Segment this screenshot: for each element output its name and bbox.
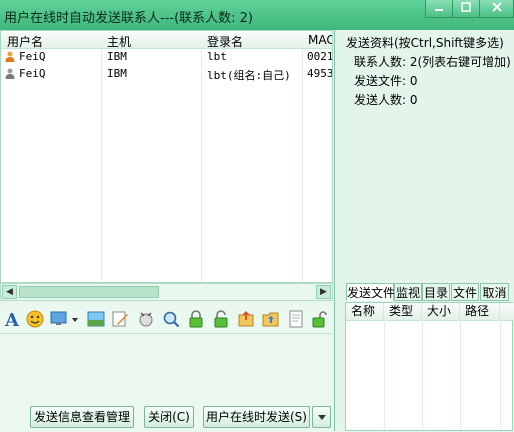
message-manage-button[interactable]: 发送信息查看管理 xyxy=(30,406,134,428)
scroll-left-arrow-icon[interactable]: ◀ xyxy=(2,285,17,299)
window-title: 用户在线时自动发送联系人---(联系人数: 2) xyxy=(4,11,253,26)
minimize-button[interactable] xyxy=(425,0,453,18)
cell-login: lbt(组名:自己) xyxy=(207,69,291,82)
document-icon[interactable] xyxy=(286,309,306,329)
col-name[interactable]: 名称 xyxy=(346,303,384,320)
cell-host: IBM xyxy=(107,50,127,63)
table-row[interactable]: FeiQ IBM lbt(组名:自己) 4953' xyxy=(1,66,333,82)
title-bar: 用户在线时自动发送联系人---(联系人数: 2) xyxy=(0,0,514,30)
lock-icon[interactable] xyxy=(186,309,206,329)
col-type[interactable]: 类型 xyxy=(384,303,422,320)
padlock-open-icon[interactable] xyxy=(310,309,330,329)
horizontal-scrollbar[interactable]: ◀ ▶ xyxy=(0,283,333,301)
user-online-icon xyxy=(5,51,15,62)
tab-directory[interactable]: 目录 xyxy=(422,283,450,301)
col-host[interactable]: 主机 xyxy=(107,33,131,50)
contacts-count: 联系人数: 2(列表右键可增加) xyxy=(354,55,511,69)
font-icon[interactable]: A xyxy=(2,309,22,329)
cell-username: FeiQ xyxy=(19,50,46,63)
minimize-icon xyxy=(435,9,443,11)
send-people-count: 发送人数: 0 xyxy=(354,93,418,107)
send-file-icon[interactable] xyxy=(236,309,256,329)
tab-cancel[interactable]: 取消 xyxy=(480,283,509,301)
send-info-heading: 发送资料(按Ctrl,Shift键多选) xyxy=(346,36,504,50)
search-zoom-icon[interactable] xyxy=(161,309,181,329)
table-row[interactable]: FeiQ IBM lbt 0021( xyxy=(1,49,333,65)
col-username[interactable]: 用户名 xyxy=(7,33,43,50)
left-pane: 用户名 主机 登录名 MAC FeiQ IBM lbt 0021( FeiQ I… xyxy=(0,30,333,432)
cell-mac: 0021( xyxy=(307,50,333,63)
file-list-header: 名称 类型 大小 路径 xyxy=(346,303,514,321)
pen-edit-icon[interactable] xyxy=(110,309,130,329)
file-list[interactable]: 名称 类型 大小 路径 xyxy=(345,302,514,431)
maximize-icon xyxy=(461,2,471,12)
contacts-table-header: 用户名 主机 登录名 MAC xyxy=(1,31,332,50)
cell-login: lbt xyxy=(207,50,227,63)
close-button[interactable]: 关闭(C) xyxy=(144,406,194,428)
col-mac[interactable]: MAC xyxy=(308,33,332,47)
unlock-icon[interactable] xyxy=(211,309,231,329)
tab-monitor[interactable]: 监视 xyxy=(394,283,422,301)
shake-icon[interactable] xyxy=(136,309,156,329)
maximize-button[interactable] xyxy=(452,0,480,18)
close-window-button[interactable] xyxy=(479,0,514,18)
col-path[interactable]: 路径 xyxy=(460,303,500,320)
scroll-right-arrow-icon[interactable]: ▶ xyxy=(316,285,331,299)
right-pane: 发送资料(按Ctrl,Shift键多选) 联系人数: 2(列表右键可增加) 发送… xyxy=(334,30,514,431)
cell-username: FeiQ xyxy=(19,67,46,80)
send-file-count: 发送文件: 0 xyxy=(354,74,418,88)
svg-text:A: A xyxy=(4,310,20,328)
close-icon xyxy=(491,2,502,12)
contacts-table[interactable]: 用户名 主机 登录名 MAC FeiQ IBM lbt 0021( FeiQ I… xyxy=(0,30,333,283)
smiley-icon[interactable] xyxy=(25,309,45,329)
tab-send-file[interactable]: 发送文件 xyxy=(346,283,395,301)
image-icon[interactable] xyxy=(86,309,106,329)
chevron-down-icon xyxy=(317,415,326,420)
cell-host: IBM xyxy=(107,67,127,80)
send-when-online-button[interactable]: 用户在线时发送(S) xyxy=(203,406,310,428)
send-options-dropdown[interactable] xyxy=(312,406,331,428)
send-folder-icon[interactable] xyxy=(261,309,281,329)
user-gray-icon xyxy=(5,68,15,79)
cell-mac: 4953' xyxy=(307,67,333,80)
message-toolbar: A xyxy=(0,305,333,333)
screen-capture-icon[interactable] xyxy=(50,309,80,329)
scroll-thumb[interactable] xyxy=(19,286,159,298)
file-tabs: 发送文件 监视 目录 文件 取消 xyxy=(335,283,514,301)
col-login[interactable]: 登录名 xyxy=(207,33,243,50)
tab-file[interactable]: 文件 xyxy=(451,283,479,301)
col-size[interactable]: 大小 xyxy=(422,303,460,320)
